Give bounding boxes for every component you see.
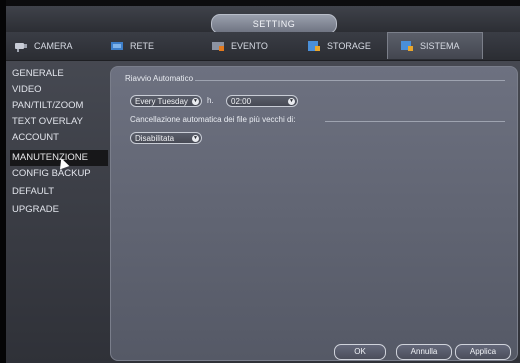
delete-old-select[interactable]: Disabilitata ▼ [130, 132, 202, 144]
tab-camera[interactable]: CAMERA [14, 32, 94, 60]
delete-old-value: Disabilitata [135, 134, 175, 143]
sidebar-item-generale[interactable]: GENERALE [10, 66, 108, 82]
tab-label: EVENTO [231, 41, 268, 51]
tab-sistema[interactable]: SISTEMA [387, 32, 483, 59]
reboot-day-value: Every Tuesday [135, 97, 188, 106]
reboot-time-value: 02:00 [231, 97, 252, 106]
apply-button[interactable]: Applica [455, 344, 511, 360]
sidebar-item-account[interactable]: ACCOUNT [10, 130, 108, 146]
auto-reboot-label: Riavvio Automatico [125, 74, 194, 83]
section-divider [325, 121, 505, 122]
sidebar-item-text-overlay[interactable]: TEXT OVERLAY [10, 114, 108, 130]
camera-icon [14, 40, 28, 52]
content-panel: Riavvio Automatico Every Tuesday ▼ h. 02… [110, 66, 518, 361]
sidebar-item-ptz[interactable]: PAN/TILT/ZOOM [10, 98, 108, 114]
chevron-down-icon: ▼ [192, 98, 199, 105]
tab-storage[interactable]: STORAGE [307, 32, 387, 60]
section-divider [195, 80, 505, 81]
window-title: SETTING [211, 14, 337, 34]
hour-label: h. [207, 96, 214, 105]
tab-evento[interactable]: EVENTO [211, 32, 291, 60]
chevron-down-icon: ▼ [288, 98, 295, 105]
tab-label: CAMERA [34, 41, 73, 51]
ok-button[interactable]: OK [334, 344, 386, 360]
event-icon [211, 40, 225, 52]
reboot-day-select[interactable]: Every Tuesday ▼ [130, 95, 202, 107]
sidebar-item-video[interactable]: VIDEO [10, 82, 108, 98]
sidebar-item-upgrade[interactable]: UPGRADE [10, 202, 108, 218]
network-icon [110, 40, 124, 52]
sidebar-item-default[interactable]: DEFAULT [10, 184, 108, 200]
system-icon [400, 40, 414, 52]
title-bar: SETTING [6, 6, 520, 34]
tab-label: STORAGE [327, 41, 371, 51]
storage-icon [307, 40, 321, 52]
cancel-button[interactable]: Annulla [396, 344, 452, 360]
delete-old-label: Cancellazione automatica dei file più ve… [130, 115, 296, 124]
sidebar: GENERALE VIDEO PAN/TILT/ZOOM TEXT OVERLA… [6, 62, 108, 358]
tab-bar: CAMERA RETE EVENTO STORAGE SISTEMA [6, 32, 520, 61]
tab-label: SISTEMA [420, 41, 460, 51]
tab-label: RETE [130, 41, 155, 51]
reboot-time-select[interactable]: 02:00 ▼ [226, 95, 298, 107]
tab-rete[interactable]: RETE [110, 32, 190, 60]
chevron-down-icon: ▼ [192, 135, 199, 142]
